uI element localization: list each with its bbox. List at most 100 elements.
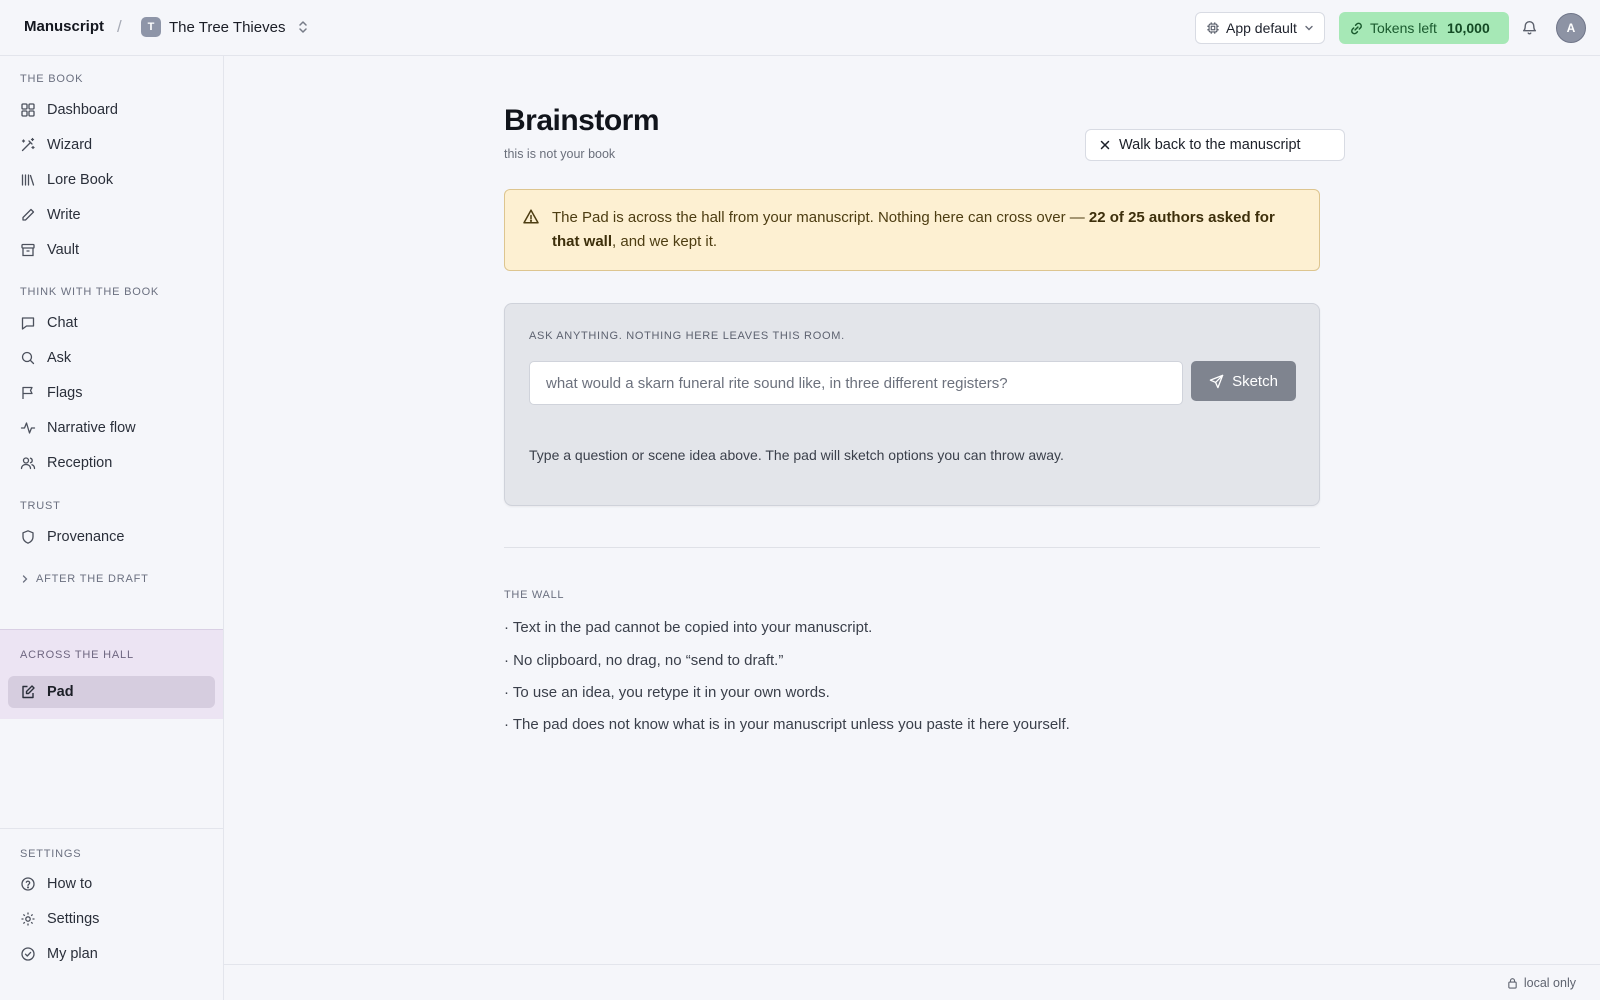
across-the-hall-panel: ACROSS THE HALL Pad (0, 629, 223, 719)
main-content: Brainstorm this is not your book Walk ba… (224, 56, 1600, 964)
sidebar-item-label: Reception (47, 455, 113, 471)
library-icon (20, 172, 36, 188)
cpu-icon (1206, 21, 1220, 35)
sidebar-item-flags[interactable]: Flags (8, 377, 215, 409)
section-toggle-after-the-draft[interactable]: AFTER THE DRAFT (20, 573, 149, 585)
tokens-badge[interactable]: Tokens left 10,000 (1339, 12, 1509, 44)
wall-rule: · To use an idea, you retype it in your … (504, 684, 830, 701)
activity-icon (20, 420, 36, 436)
chat-icon (20, 315, 36, 331)
ask-label: ASK ANYTHING. NOTHING HERE LEAVES THIS R… (529, 330, 845, 342)
wall-title: THE WALL (504, 589, 565, 601)
section-title-the-book: THE BOOK (20, 73, 84, 85)
search-icon (20, 350, 36, 366)
sidebar-item-label: Narrative flow (47, 420, 136, 436)
warning-text: The Pad is across the hall from your man… (552, 209, 1089, 226)
wand-icon (20, 137, 36, 153)
flag-icon (20, 385, 36, 401)
archive-icon (20, 242, 36, 258)
sidebar-item-wizard[interactable]: Wizard (8, 129, 215, 161)
sketch-label: Sketch (1232, 372, 1278, 390)
pencil-icon (20, 207, 36, 223)
sidebar-item-label: Ask (47, 350, 72, 366)
send-icon (1209, 374, 1224, 389)
sidebar-item-label: Pad (47, 684, 74, 700)
section-title-settings: SETTINGS (20, 848, 82, 860)
sidebar-item-label: Dashboard (47, 102, 118, 118)
divider (504, 547, 1320, 548)
alert-triangle-icon (522, 208, 540, 226)
sidebar-item-label: My plan (47, 946, 98, 962)
sidebar: THE BOOK Dashboard Wizard Lore Book Writ… (0, 56, 224, 1000)
chevrons-updown-icon (297, 20, 309, 34)
wall-rule: · Text in the pad cannot be copied into … (504, 619, 873, 636)
sidebar-item-dashboard[interactable]: Dashboard (8, 94, 215, 126)
status-bar: local only (224, 964, 1600, 1000)
sidebar-item-label: Provenance (47, 529, 125, 545)
sidebar-settings-group: SETTINGS How to Settings My plan (0, 828, 223, 1000)
lock-icon (1507, 977, 1518, 989)
sidebar-item-ask[interactable]: Ask (8, 342, 215, 374)
sidebar-item-label: Write (47, 207, 81, 223)
project-avatar: T (141, 17, 161, 37)
sidebar-item-reception[interactable]: Reception (8, 447, 215, 479)
warning-text-end: , and we kept it. (612, 233, 718, 250)
ask-help-text: Type a question or scene idea above. The… (529, 447, 1064, 463)
sidebar-item-label: How to (47, 876, 93, 892)
sidebar-item-provenance[interactable]: Provenance (8, 521, 215, 553)
sidebar-item-chat[interactable]: Chat (8, 307, 215, 339)
page-subtitle: this is not your book (504, 147, 616, 161)
sidebar-item-pad[interactable]: Pad (8, 676, 215, 708)
section-title-trust: TRUST (20, 500, 61, 512)
page-title: Brainstorm (504, 104, 660, 137)
sidebar-item-label: Lore Book (47, 172, 114, 188)
sidebar-item-my-plan[interactable]: My plan (8, 938, 215, 970)
bell-icon[interactable] (1521, 19, 1538, 36)
sidebar-item-vault[interactable]: Vault (8, 234, 215, 266)
sidebar-item-how-to[interactable]: How to (8, 868, 215, 900)
model-select[interactable]: App default (1195, 12, 1325, 44)
sidebar-item-label: Flags (47, 385, 83, 401)
model-select-value: App default (1226, 20, 1297, 36)
warning-banner: The Pad is across the hall from your man… (504, 189, 1320, 271)
storage-status: local only (1507, 976, 1576, 990)
section-title-across-the-hall: ACROSS THE HALL (20, 649, 134, 661)
walk-back-button[interactable]: Walk back to the manuscript (1085, 129, 1345, 161)
ask-input[interactable] (529, 361, 1183, 405)
project-name: The Tree Thieves (169, 18, 286, 36)
sidebar-item-label: Vault (47, 242, 79, 258)
sidebar-item-label: Settings (47, 911, 100, 927)
sidebar-item-lore-book[interactable]: Lore Book (8, 164, 215, 196)
top-bar: Manuscript / T The Tree Thieves App defa… (0, 0, 1600, 56)
user-avatar[interactable]: A (1556, 13, 1586, 43)
section-toggle-label: AFTER THE DRAFT (36, 573, 149, 585)
note-edit-icon (20, 684, 36, 700)
wall-rule: · The pad does not know what is in your … (504, 716, 1070, 733)
tokens-label: Tokens left (1370, 20, 1437, 36)
sidebar-item-narrative-flow[interactable]: Narrative flow (8, 412, 215, 444)
sidebar-item-settings[interactable]: Settings (8, 903, 215, 935)
breadcrumb-separator: / (117, 17, 122, 36)
close-icon (1099, 139, 1111, 151)
project-switcher[interactable]: T The Tree Thieves (141, 17, 309, 37)
check-circle-icon (20, 946, 36, 962)
walk-back-label: Walk back to the manuscript (1119, 137, 1301, 153)
sidebar-item-label: Chat (47, 315, 78, 331)
tokens-value: 10,000 (1446, 20, 1490, 36)
shield-icon (20, 529, 36, 545)
chevron-right-icon (20, 574, 30, 584)
app-brand[interactable]: Manuscript (24, 18, 104, 35)
sidebar-item-write[interactable]: Write (8, 199, 215, 231)
grid-icon (20, 102, 36, 118)
link-icon (1349, 21, 1364, 36)
wall-rule: · No clipboard, no drag, no “send to dra… (504, 652, 784, 669)
sketch-button[interactable]: Sketch (1191, 361, 1296, 401)
section-title-think-with-the-book: THINK WITH THE BOOK (20, 286, 160, 298)
help-circle-icon (20, 876, 36, 892)
ask-card: ASK ANYTHING. NOTHING HERE LEAVES THIS R… (504, 303, 1320, 506)
users-icon (20, 455, 36, 471)
gear-icon (20, 911, 36, 927)
chevron-down-icon (1304, 23, 1314, 33)
storage-status-label: local only (1523, 976, 1576, 990)
sidebar-item-label: Wizard (47, 137, 93, 153)
